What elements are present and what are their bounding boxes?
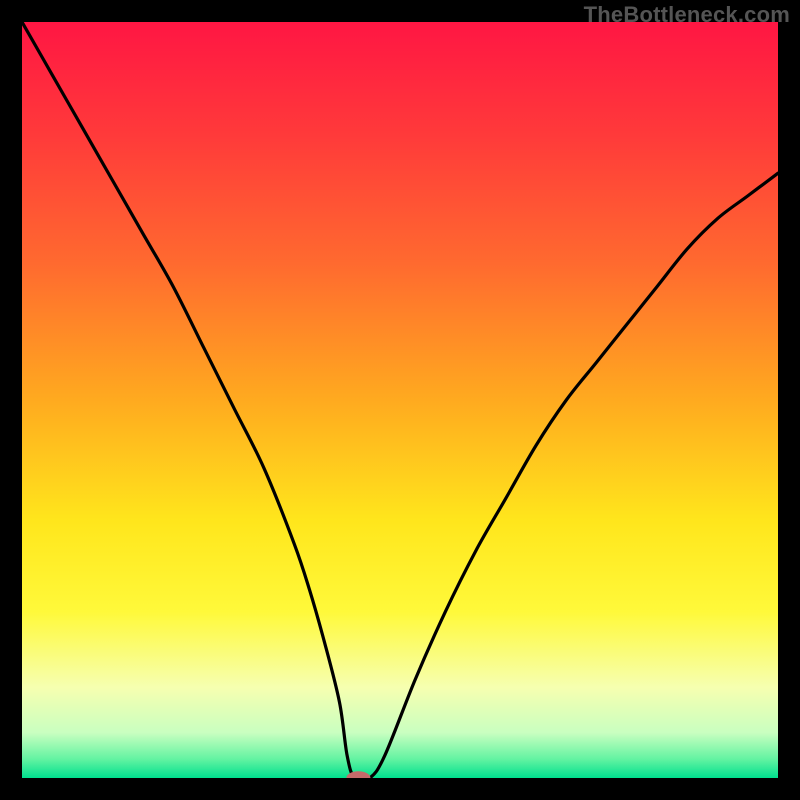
- chart-svg: [22, 22, 778, 778]
- watermark-text: TheBottleneck.com: [584, 2, 790, 28]
- gradient-background: [22, 22, 778, 778]
- chart-frame: TheBottleneck.com: [0, 0, 800, 800]
- plot-area: [22, 22, 778, 778]
